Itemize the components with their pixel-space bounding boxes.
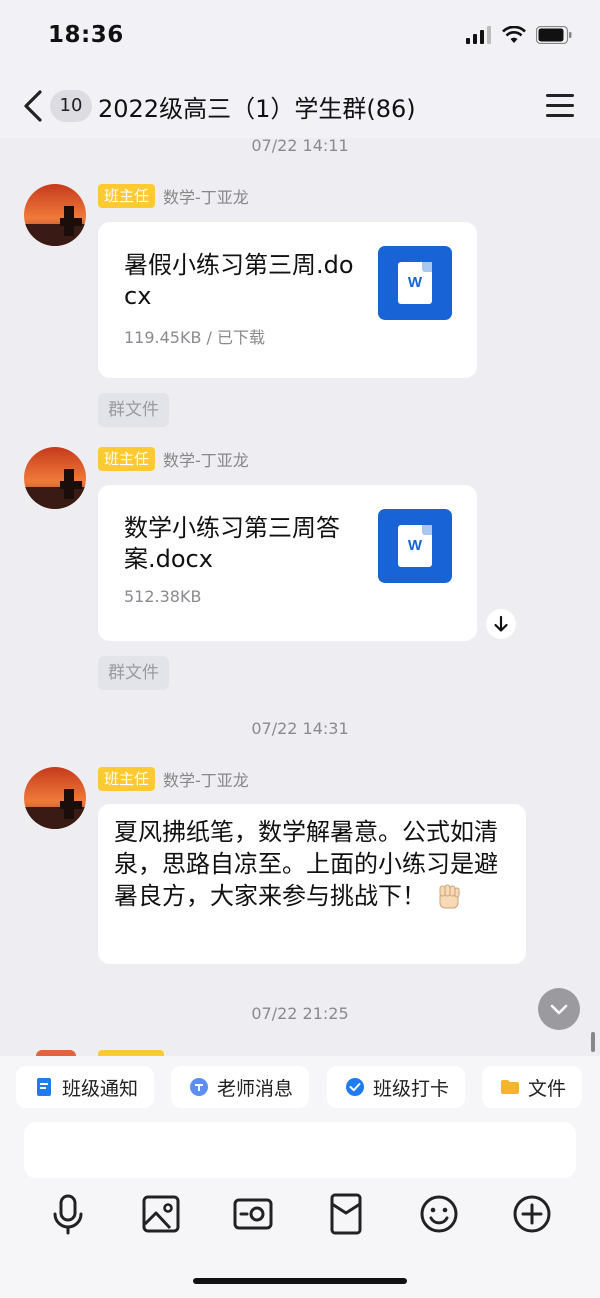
file-meta: 512.38KB bbox=[124, 587, 202, 606]
message-timestamp: 07/22 14:31 bbox=[251, 719, 349, 738]
raised-fist-emoji-icon bbox=[439, 884, 460, 909]
status-icons bbox=[466, 26, 572, 44]
chat-header: 10 2022级高三（1）学生群(86) bbox=[0, 76, 600, 138]
message-input[interactable] bbox=[24, 1122, 576, 1178]
file-message-card[interactable]: 数学小练习第三周答案.docx 512.38KB W bbox=[98, 485, 477, 641]
scrollbar[interactable] bbox=[591, 1032, 595, 1052]
plus-icon[interactable] bbox=[508, 1190, 556, 1238]
chat-title: 2022级高三（1）学生群(86) bbox=[98, 95, 416, 123]
folder-icon bbox=[501, 1080, 519, 1094]
avatar[interactable] bbox=[24, 447, 86, 509]
back-chevron-icon[interactable] bbox=[18, 88, 50, 124]
word-document-icon: W bbox=[378, 509, 452, 583]
checkin-icon bbox=[346, 1078, 364, 1096]
message-timestamp: 07/22 14:11 bbox=[251, 136, 349, 155]
battery-icon bbox=[536, 26, 572, 44]
cellular-signal-icon bbox=[466, 26, 491, 44]
teacher-icon bbox=[190, 1078, 208, 1096]
download-icon[interactable] bbox=[486, 609, 516, 639]
chip-label: 老师消息 bbox=[217, 1077, 294, 1100]
file-meta: 119.45KB / 已下载 bbox=[124, 328, 266, 347]
chip-label: 文件 bbox=[528, 1077, 567, 1100]
sender-info: 班主任 数学-丁亚龙 bbox=[98, 447, 249, 471]
sender-info: 班主任 数学-丁亚龙 bbox=[98, 184, 249, 208]
home-indicator bbox=[193, 1278, 407, 1284]
word-document-icon: W bbox=[378, 246, 452, 320]
group-file-tag[interactable]: 群文件 bbox=[98, 393, 169, 427]
notice-icon bbox=[37, 1078, 51, 1096]
sender-name[interactable]: 数学-丁亚龙 bbox=[163, 767, 249, 791]
image-icon[interactable] bbox=[137, 1190, 185, 1238]
sender-name[interactable]: 数学-丁亚龙 bbox=[163, 184, 249, 208]
emoji-icon[interactable] bbox=[415, 1190, 463, 1238]
microphone-icon[interactable] bbox=[44, 1190, 92, 1238]
avatar[interactable] bbox=[24, 184, 86, 246]
file-button[interactable]: 文件 bbox=[482, 1066, 583, 1108]
camera-icon[interactable] bbox=[229, 1190, 277, 1238]
avatar[interactable] bbox=[24, 767, 86, 829]
file-name: 暑假小练习第三周.docx bbox=[124, 251, 354, 310]
red-packet-icon[interactable] bbox=[322, 1190, 370, 1238]
teacher-message-button[interactable]: 老师消息 bbox=[171, 1066, 310, 1108]
input-panel: 班级通知 老师消息 班级打卡 文件 bbox=[0, 1056, 600, 1298]
file-message-card[interactable]: 暑假小练习第三周.docx 119.45KB / 已下载 W bbox=[98, 222, 477, 378]
sender-name[interactable]: 数学-丁亚龙 bbox=[163, 447, 249, 471]
sender-info: 班主任 数学-丁亚龙 bbox=[98, 767, 249, 791]
chip-label: 班级打卡 bbox=[373, 1077, 450, 1100]
text-message-bubble[interactable]: 夏风拂纸笔，数学解暑意。公式如清泉，思路自凉至。上面的小练习是避暑良方，大家来参… bbox=[98, 804, 526, 964]
class-checkin-button[interactable]: 班级打卡 bbox=[327, 1066, 466, 1108]
group-file-tag[interactable]: 群文件 bbox=[98, 656, 169, 690]
message-timestamp: 07/22 21:25 bbox=[251, 1004, 349, 1023]
status-time: 18:36 bbox=[48, 22, 124, 48]
wifi-icon bbox=[502, 26, 526, 43]
menu-icon[interactable] bbox=[546, 94, 574, 118]
unread-count-badge[interactable]: 10 bbox=[50, 90, 92, 122]
status-bar: 18:36 bbox=[0, 0, 600, 76]
role-badge: 班主任 bbox=[98, 767, 156, 791]
class-notice-button[interactable]: 班级通知 bbox=[16, 1066, 155, 1108]
role-badge: 班主任 bbox=[98, 184, 156, 208]
file-name: 数学小练习第三周答案.docx bbox=[124, 514, 340, 573]
scroll-to-bottom-button[interactable] bbox=[538, 988, 580, 1030]
input-toolbar bbox=[0, 1190, 600, 1238]
role-badge: 班主任 bbox=[98, 447, 156, 471]
chip-label: 班级通知 bbox=[62, 1077, 139, 1100]
quick-action-bar: 班级通知 老师消息 班级打卡 文件 bbox=[0, 1066, 600, 1108]
